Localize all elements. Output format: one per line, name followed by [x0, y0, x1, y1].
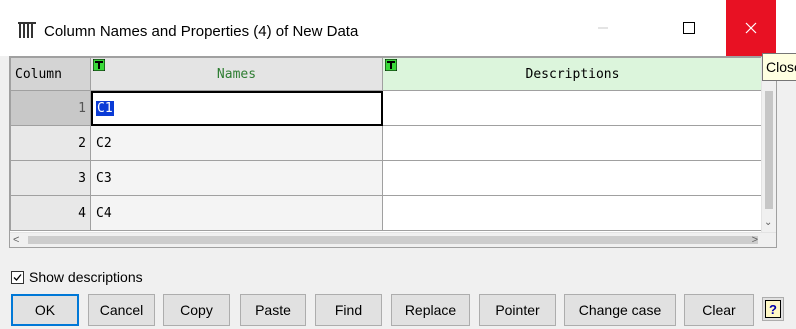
name-cell[interactable]: C2: [90, 125, 383, 161]
checkmark-icon: [13, 273, 22, 281]
copy-button[interactable]: Copy: [163, 294, 230, 326]
row-number[interactable]: 2: [10, 125, 91, 161]
window-title: Column Names and Properties (4) of New D…: [44, 23, 359, 40]
app-columns-icon: [18, 22, 36, 38]
ok-button[interactable]: OK: [11, 294, 79, 326]
header-column-label: Column: [15, 66, 62, 82]
table-row: 3 C3: [10, 160, 763, 196]
description-cell[interactable]: [382, 90, 763, 126]
column-properties-grid: Column Names Descriptions 1 C1 2 C2 3 C3…: [9, 56, 777, 248]
name-cell-text: C1: [96, 100, 114, 116]
vertical-scrollbar[interactable]: ⌄: [761, 57, 776, 233]
header-names-label: Names: [216, 66, 257, 82]
vertical-scroll-thumb[interactable]: [765, 91, 773, 209]
cancel-button[interactable]: Cancel: [88, 294, 155, 326]
text-type-icon: [385, 59, 397, 71]
show-descriptions-checkbox[interactable]: Show descriptions: [11, 268, 143, 286]
scroll-left-icon[interactable]: <: [13, 233, 19, 247]
help-button[interactable]: ?: [762, 297, 784, 321]
scroll-down-icon[interactable]: ⌄: [764, 217, 772, 228]
horizontal-scroll-thumb[interactable]: [28, 236, 758, 244]
description-cell[interactable]: [382, 195, 763, 231]
header-names[interactable]: Names: [90, 57, 383, 91]
change-case-button[interactable]: Change case: [564, 294, 676, 326]
description-cell[interactable]: [382, 160, 763, 196]
grid-table: Column Names Descriptions 1 C1 2 C2 3 C3…: [10, 57, 763, 231]
table-row: 4 C4: [10, 195, 763, 231]
row-number[interactable]: 3: [10, 160, 91, 196]
close-tooltip: Close: [762, 53, 796, 81]
description-cell[interactable]: [382, 125, 763, 161]
header-column[interactable]: Column: [10, 57, 91, 91]
header-descriptions-label: Descriptions: [525, 66, 620, 82]
header-descriptions[interactable]: Descriptions: [382, 57, 763, 91]
pointer-button[interactable]: Pointer: [479, 294, 556, 326]
title-bar[interactable]: Column Names and Properties (4) of New D…: [0, 0, 796, 56]
minimize-icon: [598, 27, 608, 29]
paste-button[interactable]: Paste: [240, 294, 306, 326]
row-number[interactable]: 1: [10, 90, 91, 126]
name-cell[interactable]: C4: [90, 195, 383, 231]
table-row: 1 C1: [10, 90, 763, 126]
close-button[interactable]: [726, 0, 776, 56]
dialog-window: Column Names and Properties (4) of New D…: [0, 0, 796, 329]
show-descriptions-label: Show descriptions: [29, 269, 143, 285]
minimize-button[interactable]: [580, 0, 626, 56]
row-number[interactable]: 4: [10, 195, 91, 231]
help-icon: ?: [765, 300, 781, 318]
find-button[interactable]: Find: [315, 294, 382, 326]
scroll-right-icon[interactable]: >: [752, 233, 758, 247]
close-icon: [745, 22, 757, 34]
horizontal-scrollbar[interactable]: < >: [10, 232, 776, 247]
checkbox-box[interactable]: [11, 270, 24, 284]
replace-button[interactable]: Replace: [391, 294, 470, 326]
clear-button[interactable]: Clear: [684, 294, 754, 326]
name-cell[interactable]: C3: [90, 160, 383, 196]
maximize-button[interactable]: [666, 0, 712, 56]
name-cell[interactable]: C1: [90, 90, 383, 126]
maximize-icon: [683, 22, 695, 34]
text-type-icon: [93, 59, 105, 71]
table-row: 2 C2: [10, 125, 763, 161]
